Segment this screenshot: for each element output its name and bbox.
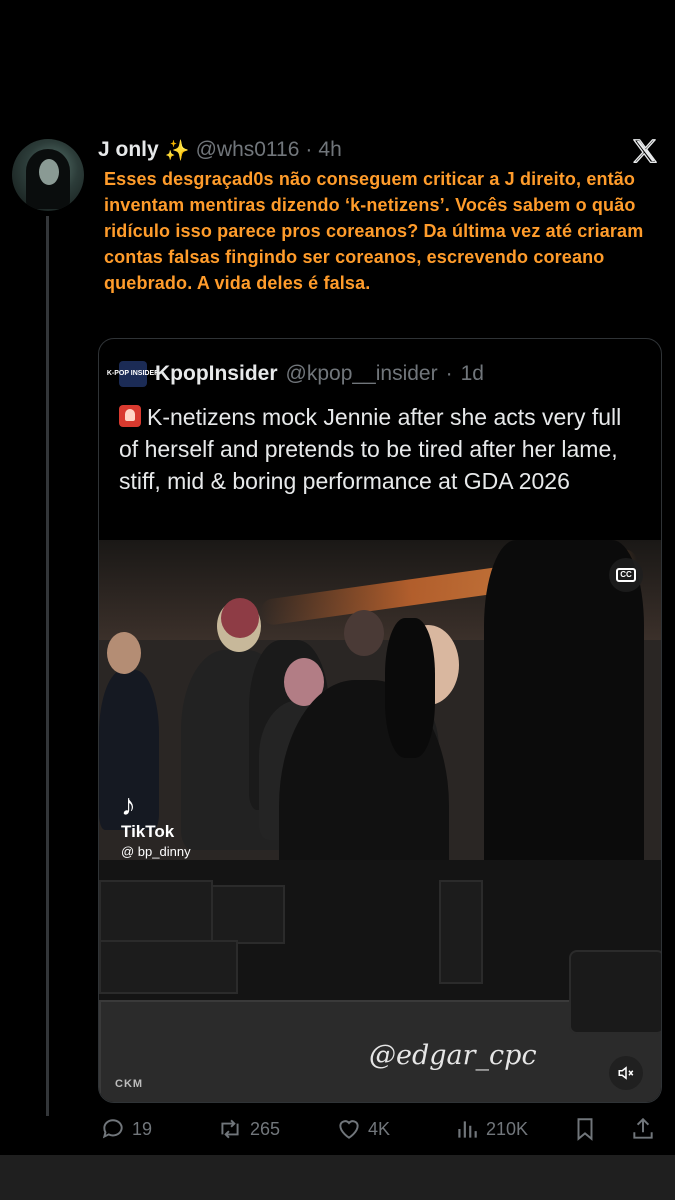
author-name[interactable]: J only [98, 138, 159, 162]
views-chart-icon [458, 1121, 477, 1138]
like-button[interactable]: 4K [336, 1116, 390, 1142]
avatar[interactable] [12, 139, 84, 211]
quote-text-block: K-netizens mock Jennie after she acts ve… [119, 401, 639, 497]
share-icon [633, 1117, 653, 1139]
like-count: 4K [368, 1118, 391, 1139]
reply-button[interactable]: 19 [100, 1116, 152, 1142]
repost-count: 265 [250, 1118, 281, 1139]
audience-head [107, 632, 141, 674]
quote-text: K-netizens mock Jennie after she acts ve… [119, 404, 622, 494]
seat [211, 885, 285, 944]
quote-separator-dot: · [445, 362, 453, 385]
seat [99, 940, 238, 994]
bottom-bar [0, 1155, 675, 1200]
post-time[interactable]: 4h [318, 138, 341, 162]
quote-author-handle[interactable]: @kpop__insider [286, 362, 438, 386]
heart-icon [339, 1120, 359, 1139]
tweet-header: J only ✨ @whs0116 · 4h [98, 136, 342, 164]
bookmark-button[interactable] [572, 1116, 598, 1142]
speaker-muted-icon [618, 1066, 634, 1080]
performer-hair [385, 618, 435, 758]
x-logo-icon[interactable] [628, 136, 662, 166]
tiktok-username: @ bp_dinny [121, 844, 191, 859]
tiktok-icon: ♪ [121, 789, 136, 822]
tweet-text: Esses desgraçad0s não conseguem criticar… [104, 169, 644, 293]
tiktok-overlay: ♪ TikTok @ bp_dinny [121, 789, 191, 860]
reply-icon [102, 1119, 123, 1139]
captions-icon: CC [616, 568, 636, 582]
quoted-tweet[interactable]: K-POP INSIDER KpopInsider @kpop__insider… [98, 338, 662, 1103]
audience-head [344, 610, 384, 656]
quote-header: K-POP INSIDER KpopInsider @kpop__insider… [107, 361, 484, 387]
repost-button[interactable]: 265 [216, 1116, 280, 1142]
audience-head [221, 598, 259, 638]
sparkles-icon: ✨ [164, 139, 190, 162]
video-player[interactable]: ♪ TikTok @ bp_dinny @edgar_cpc CKM CC [99, 540, 661, 1102]
corner-logo: CKM [115, 1078, 144, 1090]
kpop-insider-logo: K-POP INSIDER [107, 361, 159, 387]
video-watermark: @edgar_cpc [369, 1040, 537, 1071]
seat [439, 880, 483, 984]
bookmark-icon [577, 1118, 593, 1141]
stage-spotlight [569, 950, 661, 1034]
mute-button[interactable] [609, 1056, 643, 1090]
tiktok-label: TikTok [121, 822, 175, 841]
quote-author-name[interactable]: KpopInsider [155, 362, 278, 386]
author-handle[interactable]: @whs0116 [196, 138, 300, 162]
seat [99, 880, 213, 944]
thread-line [46, 216, 49, 1116]
separator-dot: · [305, 138, 313, 161]
tweet-actions: 19 265 4K 210K [100, 1116, 660, 1144]
quote-time[interactable]: 1d [461, 362, 484, 386]
top-blank-area [0, 0, 675, 128]
share-button[interactable] [630, 1116, 656, 1142]
repost-icon [221, 1119, 239, 1139]
views-button[interactable]: 210K [454, 1116, 528, 1142]
police-light-icon [119, 405, 141, 427]
captions-button[interactable]: CC [609, 558, 643, 592]
view-count: 210K [486, 1118, 529, 1139]
reply-count: 19 [132, 1118, 153, 1139]
